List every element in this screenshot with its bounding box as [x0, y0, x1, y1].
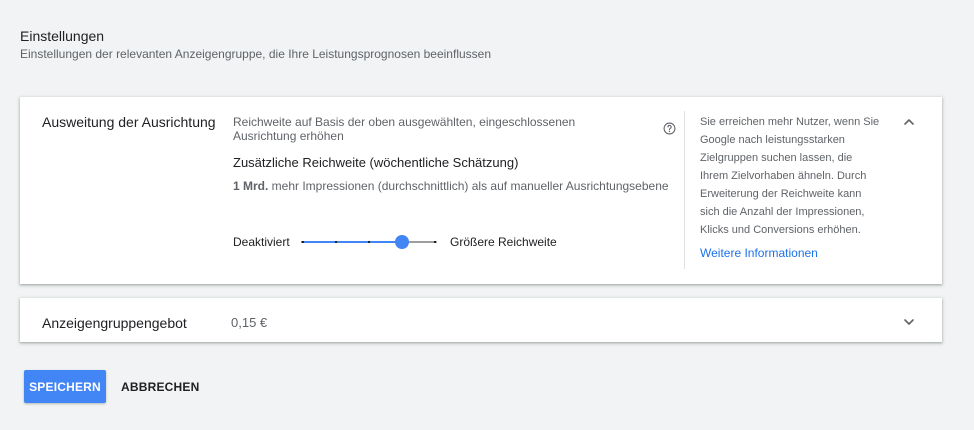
slider-track-active [301, 241, 402, 243]
targeting-description: Reichweite auf Basis der oben ausgewählt… [233, 115, 576, 143]
slider-tick [335, 241, 337, 243]
panel-divider [684, 111, 685, 269]
help-circle-icon[interactable] [663, 122, 676, 135]
slider-min-label: Deaktiviert [233, 235, 290, 249]
ad-group-bid-panel[interactable]: Anzeigengruppengebot 0,15 € [20, 298, 942, 342]
reach-slider[interactable] [301, 234, 437, 250]
slider-max-label: Größere Reichweite [450, 235, 557, 249]
targeting-expansion-label: Ausweitung der Ausrichtung [42, 114, 216, 130]
reach-estimate-title: Zusätzliche Reichweite (wöchentliche Sch… [233, 155, 519, 170]
slider-tick [368, 241, 370, 243]
page-subtitle: Einstellungen der relevanten Anzeigengru… [20, 47, 492, 61]
ad-group-bid-label: Anzeigengruppengebot [42, 315, 187, 331]
save-button[interactable]: SPEICHERN [24, 370, 106, 403]
chevron-down-icon[interactable] [901, 314, 917, 330]
cancel-button[interactable]: ABBRECHEN [113, 370, 207, 403]
slider-tick [302, 241, 304, 243]
impressions-value: 1 Mrd. [233, 179, 269, 193]
impressions-text: mehr Impressionen (durchschnittlich) als… [268, 179, 669, 193]
more-info-link[interactable]: Weitere Informationen [700, 246, 818, 260]
impressions-estimate: 1 Mrd. mehr Impressionen (durchschnittli… [233, 179, 669, 193]
targeting-info-text: Sie erreichen mehr Nutzer, wenn Sie Goog… [700, 116, 880, 236]
page-title: Einstellungen [20, 28, 105, 44]
settings-header: Einstellungen Einstellungen der relevant… [20, 28, 491, 61]
ad-group-bid-value: 0,15 € [231, 315, 268, 330]
targeting-expansion-panel: Ausweitung der Ausrichtung Reichweite au… [20, 97, 942, 284]
slider-tick [434, 241, 436, 243]
slider-thumb[interactable] [395, 235, 409, 249]
chevron-up-icon[interactable] [901, 114, 917, 130]
